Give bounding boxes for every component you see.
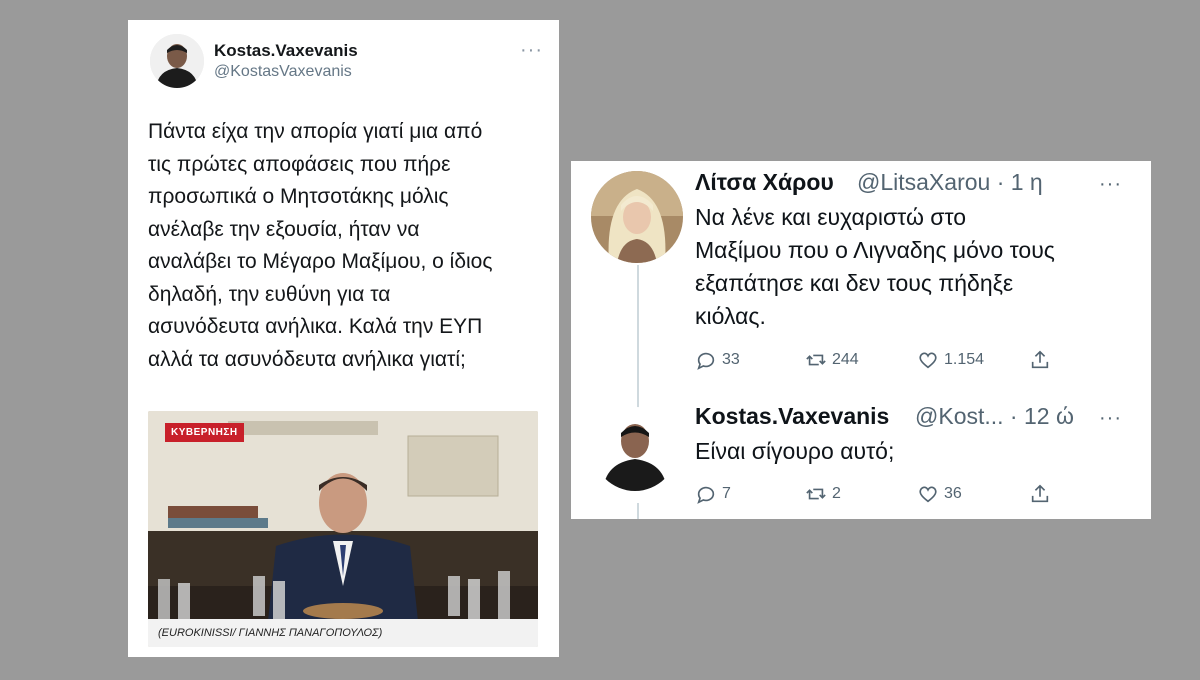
like-count: 1.154 bbox=[944, 351, 985, 368]
reply-count: 33 bbox=[722, 351, 740, 368]
photo-caption: (EUROKINISSI/ ΓΙΑΝΝΗΣ ΠΑΝΑΓΟΠΟΥΛΟΣ) bbox=[148, 619, 538, 647]
tweet-actions: 7 2 36 bbox=[695, 483, 1065, 507]
tweet-media-image[interactable]: ΚΥΒΕΡΝΗΣΗ (EUROKINISSI/ ΓΙΑΝΝΗΣ ΠΑΝΑΓΟΠΟ… bbox=[148, 411, 538, 647]
author-handle[interactable]: @KostasVaxevanis bbox=[214, 63, 352, 81]
reply-thread-screenshot: Λίτσα Χάρου @LitsaXarou · 1 η ··· Να λέν… bbox=[571, 161, 1151, 519]
ellipsis-icon[interactable]: ··· bbox=[1099, 407, 1122, 430]
ellipsis-icon[interactable]: ··· bbox=[1099, 173, 1122, 196]
like-count: 36 bbox=[944, 485, 962, 502]
tweet-card: Kostas.Vaxevanis @KostasVaxevanis ··· Πά… bbox=[128, 20, 559, 657]
author-avatar[interactable] bbox=[591, 171, 683, 263]
tweet-text: Είναι σίγουρο αυτό; bbox=[695, 435, 894, 468]
reply-icon bbox=[697, 486, 715, 504]
author-handle-time[interactable]: @LitsaXarou · 1 η bbox=[857, 169, 1043, 196]
like-button[interactable]: 36 bbox=[917, 483, 962, 505]
reply-count: 7 bbox=[722, 485, 731, 502]
retweet-count: 244 bbox=[832, 351, 859, 368]
reply-button[interactable]: 7 bbox=[695, 483, 731, 505]
author-handle-time[interactable]: @Kost... · 12 ώ bbox=[915, 403, 1074, 430]
tweet-text-line: κιόλας. bbox=[695, 303, 766, 329]
tweet-text-line: Πάντα είχα την απορία γιατί μια από bbox=[148, 120, 483, 143]
share-icon bbox=[1031, 484, 1049, 503]
retweet-icon bbox=[806, 488, 826, 500]
tweet-actions: 33 244 1.154 bbox=[695, 349, 1065, 373]
retweet-icon bbox=[806, 354, 826, 366]
share-button[interactable] bbox=[1029, 349, 1051, 371]
tweet-text-line: προσωπικά ο Μητσοτάκης μόλις bbox=[148, 185, 449, 208]
share-icon bbox=[1031, 350, 1049, 369]
reply-button[interactable]: 33 bbox=[695, 349, 740, 371]
tweet-text-line: ασυνόδευτα ανήλικα. Καλά την ΕΥΠ bbox=[148, 315, 483, 338]
tweet-text: Να λένε και ευχαριστώ στο Μαξίμου που ο … bbox=[695, 201, 1055, 333]
retweet-button[interactable]: 244 bbox=[805, 349, 859, 371]
tweet-text-line: Μαξίμου που ο Λιγναδης μόνο τους bbox=[695, 237, 1055, 263]
media-photo bbox=[148, 411, 538, 647]
tweet-text: Πάντα είχα την απορία γιατί μια από τις … bbox=[148, 116, 543, 376]
author-name[interactable]: Kostas.Vaxevanis bbox=[695, 403, 889, 430]
author-avatar[interactable] bbox=[593, 407, 677, 491]
share-button[interactable] bbox=[1029, 483, 1051, 505]
tweet-text-line: Είναι σίγουρο αυτό; bbox=[695, 438, 895, 464]
tweet-text-line: εξαπάτησε και δεν τους πήδηξε bbox=[695, 270, 1014, 296]
ellipsis-icon[interactable]: ··· bbox=[520, 40, 543, 60]
author-name[interactable]: Kostas.Vaxevanis bbox=[214, 41, 358, 61]
tweet-text-line: Να λένε και ευχαριστώ στο bbox=[695, 204, 967, 230]
tweet-text-line: τις πρώτες αποφάσεις που πήρε bbox=[148, 152, 451, 176]
author-name[interactable]: Λίτσα Χάρου bbox=[695, 169, 834, 196]
thread-connector-line bbox=[637, 503, 639, 519]
tweet-text-line: αλλά τα ασυνόδευτα ανήλικα γιατί; bbox=[148, 347, 466, 371]
heart-icon bbox=[919, 486, 937, 503]
author-avatar[interactable] bbox=[150, 34, 204, 88]
like-button[interactable]: 1.154 bbox=[917, 349, 984, 371]
reply-icon bbox=[697, 352, 715, 370]
tweet-text-line: δηλαδή, την ευθύνη για τα bbox=[148, 282, 391, 306]
tweet-text-line: ανέλαβε την εξουσία, ήταν να bbox=[148, 217, 420, 241]
heart-icon bbox=[919, 352, 937, 369]
tweet-text-line: αναλάβει το Μέγαρο Μαξίμου, ο ίδιος bbox=[148, 250, 493, 273]
retweet-button[interactable]: 2 bbox=[805, 483, 841, 505]
retweet-count: 2 bbox=[832, 485, 841, 502]
category-tag: ΚΥΒΕΡΝΗΣΗ bbox=[165, 423, 244, 442]
